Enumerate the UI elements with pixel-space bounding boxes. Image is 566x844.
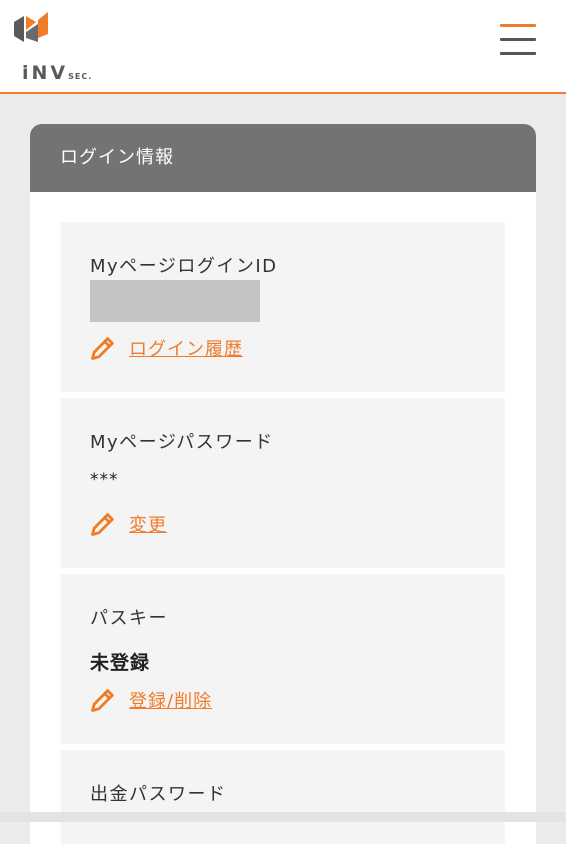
passkey-register-action[interactable]: 登録/削除	[89, 686, 212, 714]
passkey-label: パスキー	[90, 608, 168, 629]
top-header: iNVSEC.	[0, 0, 566, 94]
withdrawal-password-label: 出金パスワード	[90, 784, 227, 805]
hamburger-menu-icon[interactable]	[500, 22, 536, 58]
login-id-label: MyページログインID	[90, 256, 278, 277]
password-value: ***	[90, 470, 119, 490]
password-label: Myページパスワード	[90, 432, 274, 453]
pencil-icon	[91, 689, 114, 712]
pencil-icon	[91, 337, 114, 360]
logo-suffix: SEC.	[68, 72, 93, 81]
change-password-action[interactable]: 変更	[89, 510, 167, 538]
logo-main: iNV	[22, 62, 69, 84]
withdrawal-password-item: 出金パスワード	[61, 750, 505, 844]
passkey-register-link[interactable]: 登録/削除	[129, 687, 212, 713]
pencil-icon	[91, 513, 114, 536]
login-history-link[interactable]: ログイン履歴	[129, 335, 243, 361]
password-item: Myページパスワード *** 変更	[61, 398, 505, 568]
logo-text: iNVSEC.	[22, 62, 92, 84]
brand-logo[interactable]: iNVSEC.	[8, 8, 98, 84]
change-password-link[interactable]: 変更	[129, 511, 167, 537]
bottom-edge	[0, 812, 566, 822]
logo-mark-icon	[14, 12, 48, 42]
section-title: ログイン情報	[30, 124, 536, 192]
passkey-item: パスキー 未登録 登録/削除	[61, 574, 505, 744]
passkey-status: 未登録	[90, 652, 151, 674]
login-history-action[interactable]: ログイン履歴	[89, 334, 243, 362]
login-id-item: MyページログインID ログイン履歴	[61, 222, 505, 392]
login-id-masked-value	[90, 280, 260, 322]
login-info-card: ログイン情報 MyページログインID ログイン履歴 Myページパスワード ***…	[30, 124, 536, 844]
